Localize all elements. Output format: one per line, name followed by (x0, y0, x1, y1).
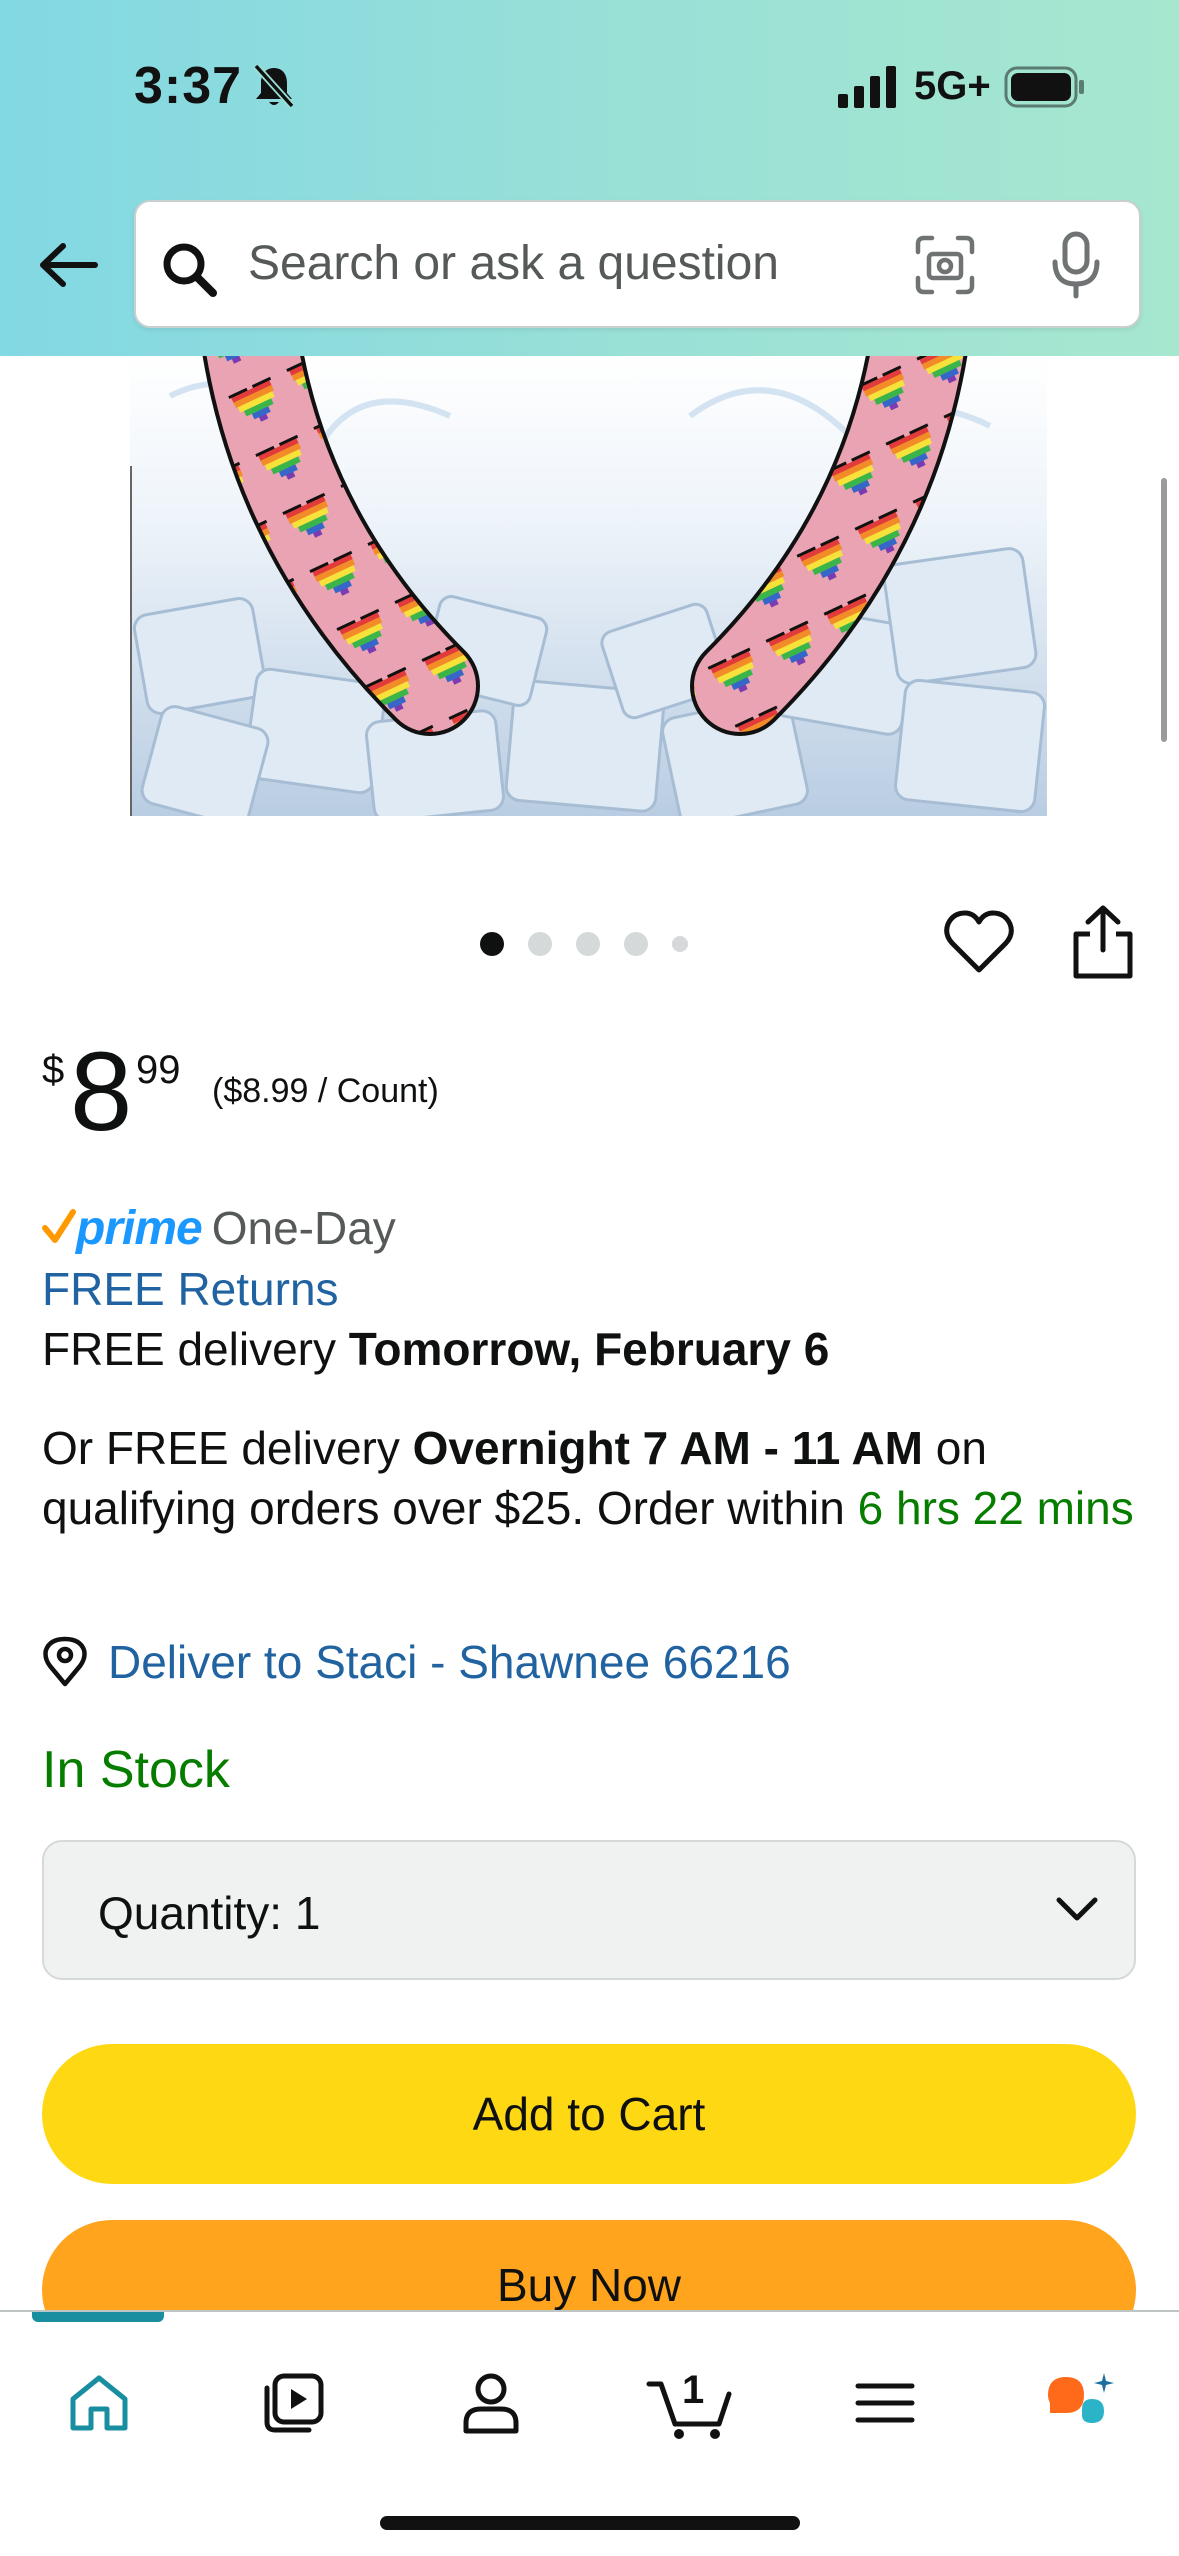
home-indicator (380, 2516, 800, 2530)
free-delivery-line: FREE delivery Tomorrow, February 6 (42, 1322, 829, 1376)
back-button[interactable] (28, 225, 108, 305)
overnight-window: Overnight 7 AM - 11 AM (412, 1422, 923, 1474)
order-countdown: 6 hrs 22 mins (857, 1482, 1134, 1534)
prime-speed: One-Day (211, 1202, 396, 1254)
quantity-select[interactable]: Quantity: 1 (42, 1840, 1136, 1980)
home-icon (70, 2375, 128, 2431)
unit-price: ($8.99 / Count) (212, 1072, 439, 1110)
scroll-indicator (1161, 478, 1167, 742)
free-returns-link[interactable]: FREE Returns (42, 1262, 339, 1316)
chevron-down-icon (1056, 1897, 1098, 1921)
product-photo-illustration (130, 356, 1047, 816)
heart-icon[interactable] (944, 908, 1014, 976)
deliver-to-text[interactable]: Deliver to Staci - Shawnee 66216 (108, 1635, 791, 1689)
search-input[interactable]: Search or ask a question (248, 236, 779, 291)
nav-active-indicator (32, 2312, 164, 2322)
search-icon (163, 243, 217, 297)
pager-dot[interactable] (528, 932, 552, 956)
stock-status: In Stock (42, 1741, 230, 1799)
nav-menu[interactable] (840, 2358, 930, 2448)
product-image[interactable] (130, 356, 1047, 816)
free-delivery-prefix: FREE delivery (42, 1323, 349, 1375)
price-fraction: 99 (136, 1048, 181, 1092)
network-type: 5G+ (914, 64, 991, 108)
nav-home[interactable] (54, 2358, 144, 2448)
prime-badge: prime One-Day (42, 1198, 396, 1258)
quantity-value: Quantity: 1 (98, 1887, 321, 1939)
rufus-icon (1048, 2373, 1114, 2423)
video-icon (264, 2373, 324, 2433)
status-time: 3:37 (134, 57, 243, 115)
camera-scan-icon[interactable] (914, 234, 976, 296)
overnight-delivery-text: Or FREE delivery Overnight 7 AM - 11 AM … (42, 1418, 1142, 1538)
free-delivery-date: Tomorrow, February 6 (348, 1323, 830, 1375)
add-to-cart-button[interactable]: Add to Cart (42, 2044, 1136, 2184)
microphone-icon[interactable] (1048, 230, 1104, 300)
nav-video[interactable] (248, 2358, 338, 2448)
account-icon (463, 2373, 519, 2434)
location-pin-icon (43, 1636, 87, 1687)
bell-slash-icon (253, 63, 295, 109)
image-pager-dots[interactable] (480, 930, 688, 958)
pager-dot[interactable] (480, 932, 504, 956)
pager-dot[interactable] (672, 936, 688, 952)
arrow-left-icon (40, 243, 98, 287)
price-whole: 8 (70, 1029, 133, 1154)
app-header: 3:37 5G+ Search or ask a question (0, 0, 1179, 356)
nav-rufus[interactable] (1034, 2358, 1124, 2448)
overnight-prefix: Or FREE delivery (42, 1422, 413, 1474)
nav-account[interactable] (446, 2358, 536, 2448)
prime-label: prime (76, 1201, 203, 1255)
deliver-to-link[interactable]: Deliver to Staci - Shawnee 66216 (42, 1632, 791, 1692)
pager-dot[interactable] (576, 932, 600, 956)
pager-dot[interactable] (624, 932, 648, 956)
nav-cart[interactable]: 1 (640, 2358, 740, 2448)
share-icon[interactable] (1070, 904, 1136, 980)
menu-icon (855, 2383, 915, 2423)
prime-check-icon (42, 1209, 76, 1243)
search-bar[interactable]: Search or ask a question (134, 200, 1141, 328)
price-symbol: $ (42, 1048, 65, 1092)
battery-icon (1004, 66, 1084, 108)
cart-count: 1 (682, 2368, 705, 2412)
cellular-signal-icon (838, 66, 896, 108)
